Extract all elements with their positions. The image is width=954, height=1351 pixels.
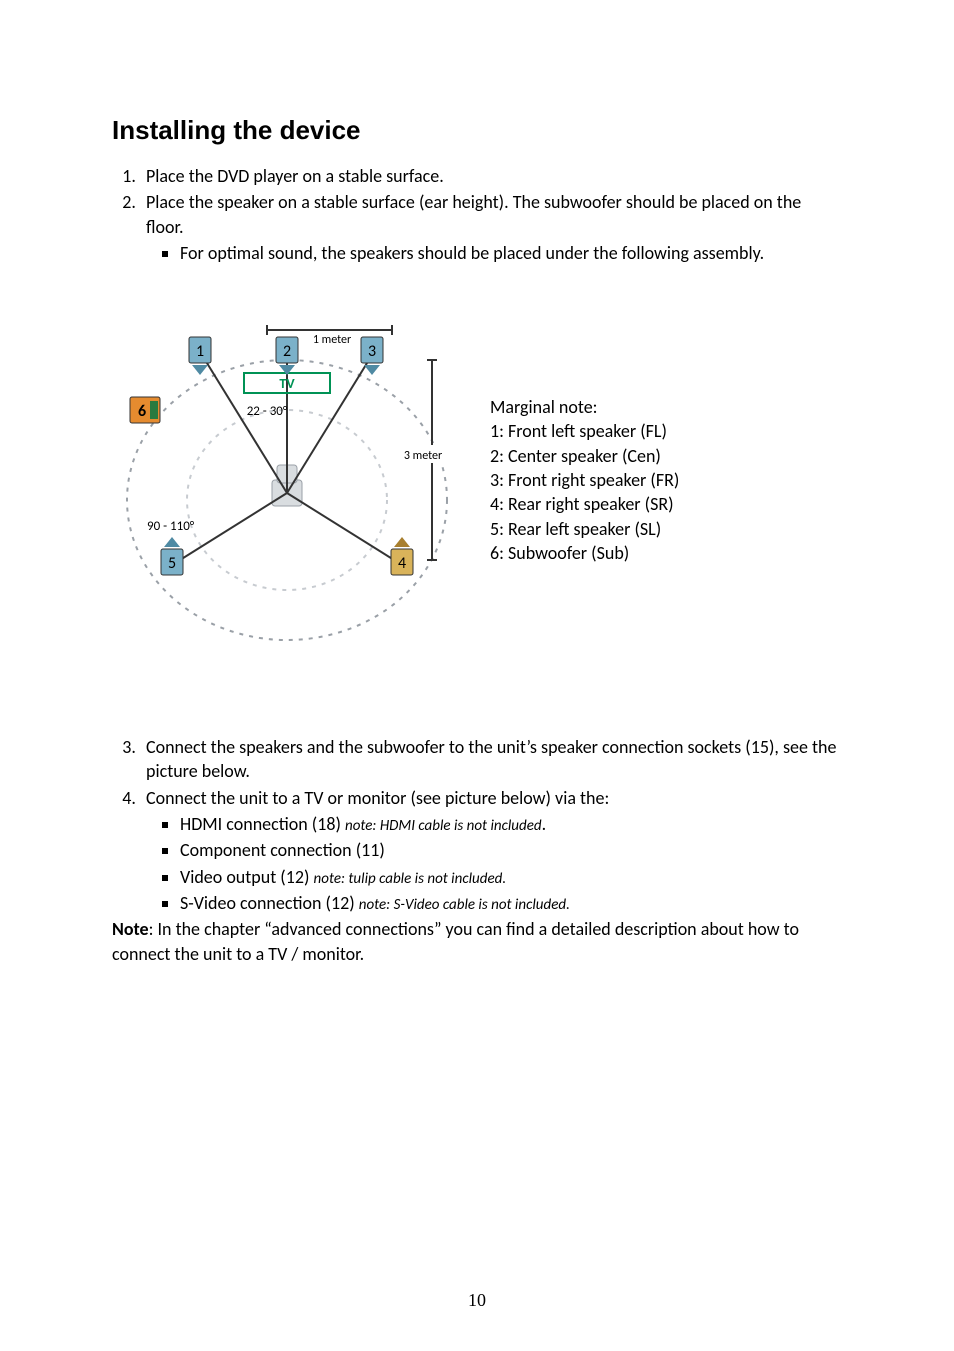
legend-line: 1: Front left speaker (FL) [490, 419, 679, 443]
marker-4: 4 [391, 537, 413, 575]
svg-text:3: 3 [368, 342, 376, 361]
sub-list-item: S-Video connection (12) note: S-Video ca… [180, 891, 842, 915]
note-paragraph: Note: In the chapter “advanced connectio… [112, 917, 842, 966]
list-text: S-Video connection (12) [180, 892, 359, 914]
list-item: Place the DVD player on a stable surface… [140, 164, 842, 188]
marker-1: 1 [189, 337, 211, 375]
diagram-label-tv: TV [279, 375, 295, 392]
figure-row: 1 meter 3 meter TV 22 - 30° 90 - 110° 1 [112, 315, 842, 645]
sub-list-item: HDMI connection (18) note: HDMI cable is… [180, 812, 842, 836]
list-text: Place the DVD player on a stable surface… [146, 165, 444, 187]
page-number: 10 [0, 1290, 954, 1311]
sub-list-item: Component connection (11) [180, 838, 842, 862]
diagram-label-1meter: 1 meter [313, 333, 351, 347]
legend-line: 5: Rear left speaker (SL) [490, 517, 679, 541]
marker-5: 5 [161, 537, 183, 575]
sub-list-item: Video output (12) note: tulip cable is n… [180, 865, 842, 889]
sub-list: For optimal sound, the speakers should b… [146, 241, 842, 265]
diagram-label-angle1: 22 - 30° [247, 404, 288, 419]
list-text: Connect the speakers and the subwoofer t… [146, 736, 836, 782]
diagram-label-3meter: 3 meter [404, 449, 442, 463]
diagram-legend: Marginal note: 1: Front left speaker (FL… [490, 395, 679, 565]
diagram-label-angle2: 90 - 110° [147, 519, 195, 534]
marker-2: 2 [276, 337, 298, 375]
legend-line: 3: Front right speaker (FR) [490, 468, 679, 492]
note-text: : In the chapter “advanced connections” … [112, 918, 799, 964]
svg-text:2: 2 [283, 342, 291, 361]
svg-text:1: 1 [196, 342, 204, 361]
list-text: For optimal sound, the speakers should b… [180, 242, 764, 264]
instruction-list-cont: Connect the speakers and the subwoofer t… [112, 735, 842, 915]
note-label: Note [112, 918, 149, 940]
inline-note: note: HDMI cable is not included [345, 817, 542, 835]
legend-heading: Marginal note: [490, 395, 679, 419]
list-item: Connect the unit to a TV or monitor (see… [140, 786, 842, 915]
list-text: HDMI connection (18) [180, 813, 345, 835]
list-text: Place the speaker on a stable surface (e… [146, 191, 801, 237]
page-title: Installing the device [112, 115, 842, 146]
svg-text:6: 6 [138, 402, 146, 421]
list-text: Video output (12) [180, 866, 314, 888]
list-text: . [542, 813, 547, 835]
list-text: Connect the unit to a TV or monitor (see… [146, 787, 609, 809]
svg-text:5: 5 [168, 554, 176, 573]
list-item: Connect the speakers and the subwoofer t… [140, 735, 842, 784]
inline-note: note: S-Video cable is not included. [359, 896, 570, 914]
diagram-svg: 1 meter 3 meter TV 22 - 30° 90 - 110° 1 [112, 315, 462, 645]
legend-line: 2: Center speaker (Cen) [490, 444, 679, 468]
svg-text:4: 4 [398, 554, 406, 573]
marker-6: 6 [130, 397, 160, 423]
instruction-list: Place the DVD player on a stable surface… [112, 164, 842, 265]
legend-line: 4: Rear right speaker (SR) [490, 492, 679, 516]
inline-note: note: tulip cable is not included. [314, 870, 507, 888]
sub-list: HDMI connection (18) note: HDMI cable is… [146, 812, 842, 915]
document-page: Installing the device Place the DVD play… [0, 0, 954, 1351]
sub-list-item: For optimal sound, the speakers should b… [180, 241, 842, 265]
speaker-layout-diagram: 1 meter 3 meter TV 22 - 30° 90 - 110° 1 [112, 315, 462, 645]
legend-line: 6: Subwoofer (Sub) [490, 541, 679, 565]
list-item: Place the speaker on a stable surface (e… [140, 190, 842, 265]
list-text: Component connection (11) [180, 839, 385, 861]
